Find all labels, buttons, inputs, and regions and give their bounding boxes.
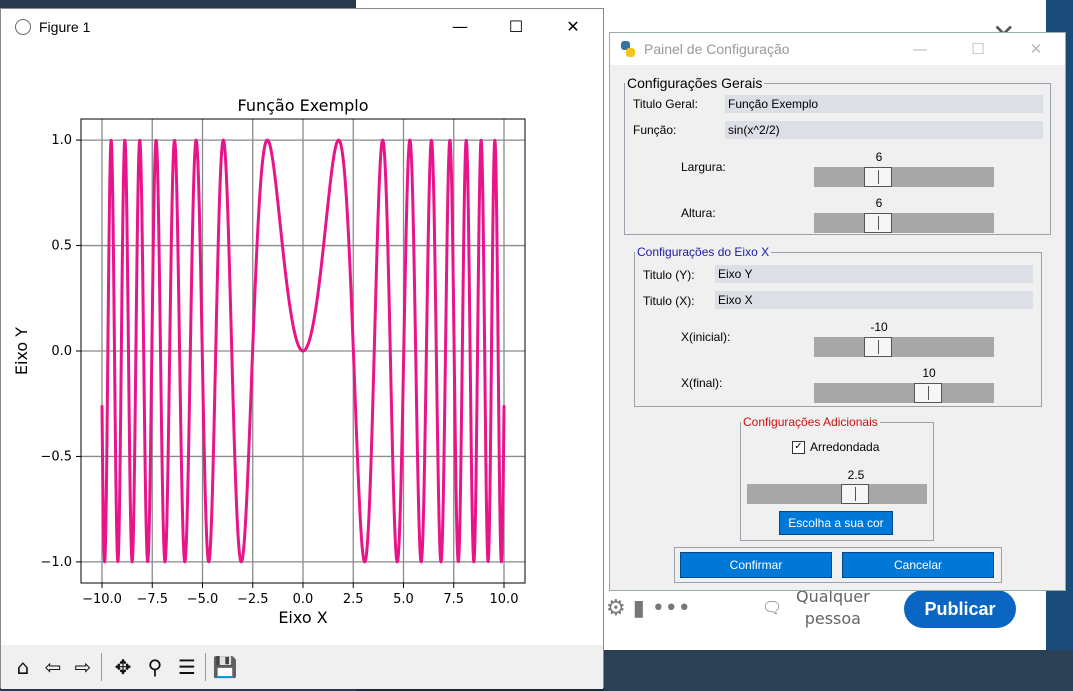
x-tick-label: 0.0	[293, 592, 314, 607]
x-tick-label: 5.0	[393, 592, 414, 607]
x-tick-label: −7.5	[136, 592, 168, 607]
ytitle-label: Titulo (Y):	[643, 268, 695, 282]
y-tick-label: 1.0	[51, 133, 72, 148]
xend-slider[interactable]	[814, 383, 994, 403]
height-slider[interactable]	[814, 213, 994, 233]
config-title: Painel de Configuração	[644, 41, 790, 57]
y-tick-label: −0.5	[40, 449, 72, 464]
line-width-slider[interactable]	[747, 484, 927, 504]
toolbar-separator	[101, 653, 102, 681]
height-value: 6	[875, 196, 883, 210]
config-panel-window: Painel de Configuração — ☐ ✕ Configuraçõ…	[609, 32, 1066, 591]
figure-titlebar[interactable]: Figure 1 — ☐ ✕	[1, 9, 603, 45]
maximize-button[interactable]: ☐	[493, 13, 539, 41]
figure-window: Figure 1 — ☐ ✕ −10.0 −7.5 −5.0 −2.5 0.0 2.5 5.…	[0, 8, 604, 689]
xend-slider-handle[interactable]	[914, 383, 942, 403]
xtitle-input[interactable]	[715, 291, 1033, 309]
x-tick-label: −2.5	[237, 592, 269, 607]
pan-icon[interactable]: ✥	[109, 653, 137, 681]
height-slider-handle[interactable]	[864, 213, 892, 233]
chart-title: Função Exemplo	[238, 96, 369, 115]
xtitle-label: Titulo (X):	[643, 294, 695, 308]
publish-button[interactable]: Publicar	[904, 590, 1016, 628]
choose-color-button[interactable]: Escolha a sua cor	[779, 511, 893, 535]
configure-subplots-icon[interactable]: ☰	[173, 653, 201, 681]
xend-label: X(final):	[681, 376, 723, 390]
x-tick-label: 10.0	[490, 592, 519, 607]
toolbar-separator	[205, 653, 206, 681]
xaxis-settings-legend: Configurações do Eixo X	[637, 245, 770, 259]
x-axis-label: Eixo X	[278, 608, 327, 627]
rounded-checkbox[interactable]: ✓	[792, 441, 805, 454]
width-slider[interactable]	[814, 167, 994, 187]
function-label: Função:	[633, 123, 677, 137]
zoom-icon[interactable]: ⚲	[141, 653, 169, 681]
minimize-button[interactable]: —	[437, 13, 483, 41]
y-axis-label: Eixo Y	[12, 327, 31, 375]
forward-icon[interactable]: ⇨	[69, 653, 97, 681]
matplotlib-logo-icon	[15, 19, 31, 35]
width-slider-handle[interactable]	[864, 167, 892, 187]
extra-settings-legend: Configurações Adicionais	[743, 415, 878, 429]
x-tick-label: 7.5	[443, 592, 464, 607]
y-axis-ticks: −1.0 −0.5 0.0 0.5 1.0	[40, 133, 81, 570]
general-settings-legend: Configurações Gerais	[627, 75, 763, 91]
save-icon[interactable]: 💾	[211, 653, 239, 681]
xstart-slider[interactable]	[814, 337, 994, 357]
cancel-button[interactable]: Cancelar	[842, 552, 994, 578]
figure-title: Figure 1	[39, 19, 91, 35]
x-axis-ticks: −10.0 −7.5 −5.0 −2.5 0.0 2.5 5.0 7.5 10.0	[82, 583, 518, 607]
ytitle-input[interactable]	[715, 265, 1033, 283]
close-button[interactable]: ✕	[550, 13, 596, 41]
rounded-label: Arredondada	[810, 440, 880, 454]
y-tick-label: 0.0	[51, 344, 72, 359]
back-icon[interactable]: ⇦	[39, 653, 67, 681]
width-label: Largura:	[681, 160, 726, 174]
navigation-toolbar: ⌂ ⇦ ⇨ ✥ ⚲ ☰ 💾	[1, 645, 603, 689]
x-tick-label: −5.0	[187, 592, 219, 607]
post-toolbar-icons[interactable]: ⚙ ▮ •••	[606, 596, 691, 621]
python-icon	[621, 41, 635, 57]
config-maximize-button[interactable]: ☐	[958, 37, 998, 61]
y-tick-label: −1.0	[40, 555, 72, 570]
x-tick-label: 2.5	[343, 592, 364, 607]
config-minimize-button[interactable]: —	[900, 37, 940, 61]
visibility-selector[interactable]: Qualquer pessoa	[796, 586, 870, 630]
config-titlebar[interactable]: Painel de Configuração — ☐ ✕	[610, 33, 1065, 65]
x-tick-label: −10.0	[82, 592, 122, 607]
line-width-slider-handle[interactable]	[841, 484, 869, 504]
line-width-value: 2.5	[847, 468, 865, 482]
plot-canvas[interactable]: −10.0 −7.5 −5.0 −2.5 0.0 2.5 5.0 7.5 10.0 −1.0 −0…	[1, 45, 603, 645]
width-value: 6	[875, 150, 883, 164]
config-close-button[interactable]: ✕	[1016, 37, 1056, 61]
height-label: Altura:	[681, 206, 716, 220]
xend-value: 10	[922, 366, 936, 380]
background-bottom	[604, 650, 1073, 691]
xstart-slider-handle[interactable]	[864, 337, 892, 357]
function-input[interactable]	[725, 121, 1043, 139]
comment-icon[interactable]: 🗨	[762, 598, 782, 617]
home-icon[interactable]: ⌂	[9, 653, 37, 681]
y-tick-label: 0.5	[51, 239, 72, 254]
visibility-line-2: pessoa	[804, 609, 861, 628]
confirm-button[interactable]: Confirmar	[680, 552, 832, 578]
general-title-input[interactable]	[725, 95, 1043, 113]
xstart-value: -10	[870, 320, 888, 334]
xstart-label: X(inicial):	[681, 330, 731, 344]
general-title-label: Titulo Geral:	[633, 97, 698, 111]
